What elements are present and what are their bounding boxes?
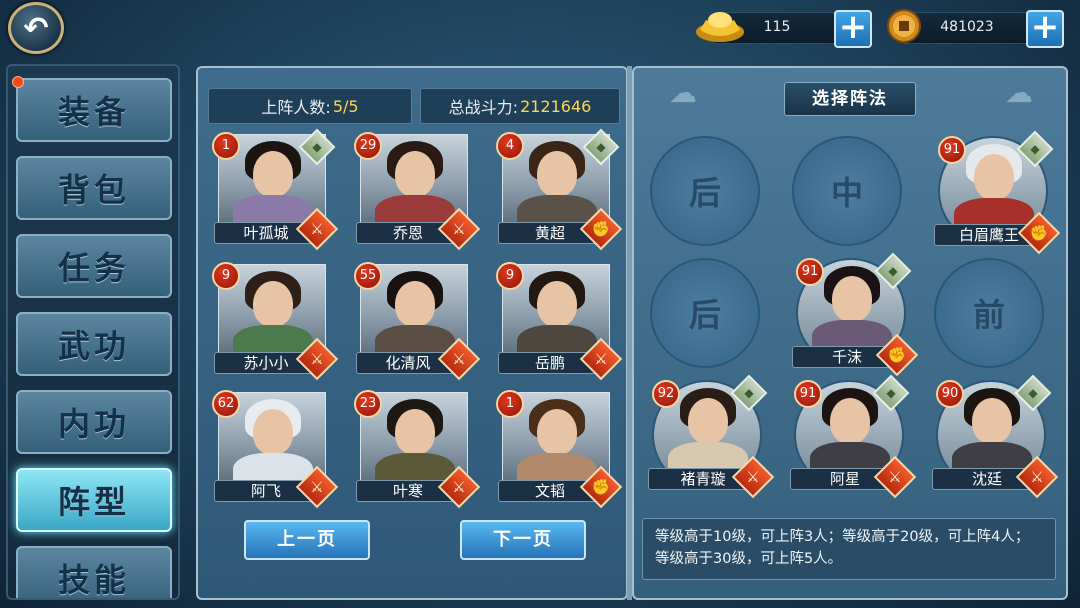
hero-card[interactable]: 29 乔恩 ⚔ xyxy=(354,132,481,251)
face xyxy=(972,398,1012,444)
hero-level-badge: 1 xyxy=(212,132,240,160)
add-coin-button[interactable]: + xyxy=(1026,10,1064,48)
face xyxy=(688,398,728,444)
formation-hero[interactable]: 91 ◆ 白眉鹰王 ✊ xyxy=(932,130,1061,256)
formation-hero[interactable]: 90 ◆ 沈廷 ⚔ xyxy=(930,374,1059,500)
hero-level-badge: 9 xyxy=(496,262,524,290)
hero-card[interactable]: 1 ◆ 叶孤城 ⚔ xyxy=(212,128,339,251)
coin-value: 481023 xyxy=(940,19,994,35)
hero-level-badge: 91 xyxy=(794,380,822,408)
hero-level-badge: 91 xyxy=(796,258,824,286)
slot-label: 前 xyxy=(972,296,1005,334)
sidebar-item-equipment[interactable]: 装备 xyxy=(16,78,172,142)
face xyxy=(395,151,435,197)
hero-level-badge: 90 xyxy=(936,380,964,408)
sidebar-item-label: 武功 xyxy=(57,327,130,365)
hero-level-badge: 23 xyxy=(354,390,382,418)
sidebar-item-label: 任务 xyxy=(57,249,130,287)
next-page-button[interactable]: 下一页 xyxy=(460,520,586,560)
face xyxy=(974,154,1014,200)
sidebar-item-inner-power[interactable]: 内功 xyxy=(16,390,172,454)
formation-slot-middle[interactable]: 中 xyxy=(792,136,902,246)
formation-hero[interactable]: 92 ◆ 褚青璇 ⚔ xyxy=(646,374,775,500)
hero-card[interactable]: 55 化清风 ⚔ xyxy=(354,262,481,381)
power-label: 总战斗力: xyxy=(448,98,519,117)
hero-card[interactable]: 9 岳鹏 ⚔ xyxy=(496,262,623,381)
back-arrow-icon: ↶ xyxy=(23,10,49,46)
slot-label: 后 xyxy=(688,296,721,334)
power-value: 2121646 xyxy=(520,96,592,116)
select-formation-button[interactable]: 选择阵法 xyxy=(784,82,916,116)
hero-level-badge: 91 xyxy=(938,136,966,164)
sidebar-item-formation[interactable]: 阵型 xyxy=(16,468,172,532)
sidebar-item-label: 背包 xyxy=(57,171,130,209)
sidebar-item-label: 内功 xyxy=(57,405,130,443)
formation-slot-back[interactable]: 后 xyxy=(650,136,760,246)
sidebar-item-label: 技能 xyxy=(57,561,130,599)
hero-level-badge: 29 xyxy=(354,132,382,160)
deployed-value: 5/5 xyxy=(332,96,359,116)
face xyxy=(395,281,435,327)
back-button[interactable]: ↶ xyxy=(8,2,64,54)
slot-label: 中 xyxy=(830,174,863,212)
hero-level-badge: 1 xyxy=(496,390,524,418)
sidebar-item-martial-arts[interactable]: 武功 xyxy=(16,312,172,376)
formation-slot-front[interactable]: 前 xyxy=(934,258,1044,368)
coin-icon xyxy=(887,9,921,43)
cloud-ornament-icon: ☁ xyxy=(669,76,697,109)
formation-hero[interactable]: 91 ◆ 千沫 ✊ xyxy=(790,252,919,378)
hero-level-badge: 62 xyxy=(212,390,240,418)
sidebar: 装备 背包 任务 武功 内功 阵型 技能 xyxy=(6,64,180,600)
face xyxy=(253,409,293,455)
sidebar-item-label: 装备 xyxy=(57,93,130,131)
face xyxy=(537,409,577,455)
sidebar-item-label: 阵型 xyxy=(57,483,130,521)
hero-level-badge: 4 xyxy=(496,132,524,160)
sidebar-item-backpack[interactable]: 背包 xyxy=(16,156,172,220)
prev-page-button[interactable]: 上一页 xyxy=(244,520,370,560)
cloud-ornament-icon: ☁ xyxy=(1005,76,1033,109)
hero-level-badge: 55 xyxy=(354,262,382,290)
hero-card[interactable]: 23 叶寒 ⚔ xyxy=(354,390,481,509)
face xyxy=(832,276,872,322)
formation-description: 等级高于10级，可上阵3人；等级高于20级，可上阵4人；等级高于30级，可上阵5… xyxy=(642,518,1056,580)
hero-level-badge: 9 xyxy=(212,262,240,290)
formation-panel: ☁ ☁ 选择阵法 后 中 后 前 91 ◆ 白眉鹰王 ✊ 91 ◆ 千沫 ✊ 92 ◆ 褚青璇 ⚔ 91… xyxy=(632,66,1068,600)
face xyxy=(395,409,435,455)
add-gold-button[interactable]: + xyxy=(834,10,872,48)
notification-dot xyxy=(12,76,24,88)
slot-label: 后 xyxy=(688,174,721,212)
deployed-label: 上阵人数: xyxy=(261,98,331,117)
face xyxy=(830,398,870,444)
formation-slot-back[interactable]: 后 xyxy=(650,258,760,368)
gold-ingot-icon xyxy=(696,12,744,42)
face xyxy=(253,151,293,197)
hero-roster-panel: 上阵人数: 5/5 总战斗力: 2121646 1 ◆ 叶孤城 ⚔ 29 乔恩 ⚔ 4 ◆ 黄超 ✊… xyxy=(196,66,628,600)
formation-hero[interactable]: 91 ◆ 阿星 ⚔ xyxy=(788,374,917,500)
hero-level-badge: 92 xyxy=(652,380,680,408)
hero-card[interactable]: 9 苏小小 ⚔ xyxy=(212,262,339,381)
sidebar-item-quests[interactable]: 任务 xyxy=(16,234,172,298)
deployed-count: 上阵人数: 5/5 xyxy=(208,88,412,124)
hero-card[interactable]: 4 ◆ 黄超 ✊ xyxy=(496,128,623,251)
face xyxy=(253,281,293,327)
face xyxy=(537,281,577,327)
sidebar-item-skills[interactable]: 技能 xyxy=(16,546,172,599)
total-power: 总战斗力: 2121646 xyxy=(420,88,620,124)
hero-card[interactable]: 1 文韬 ✊ xyxy=(496,390,623,509)
hero-card[interactable]: 62 阿飞 ⚔ xyxy=(212,390,339,509)
face xyxy=(537,151,577,197)
